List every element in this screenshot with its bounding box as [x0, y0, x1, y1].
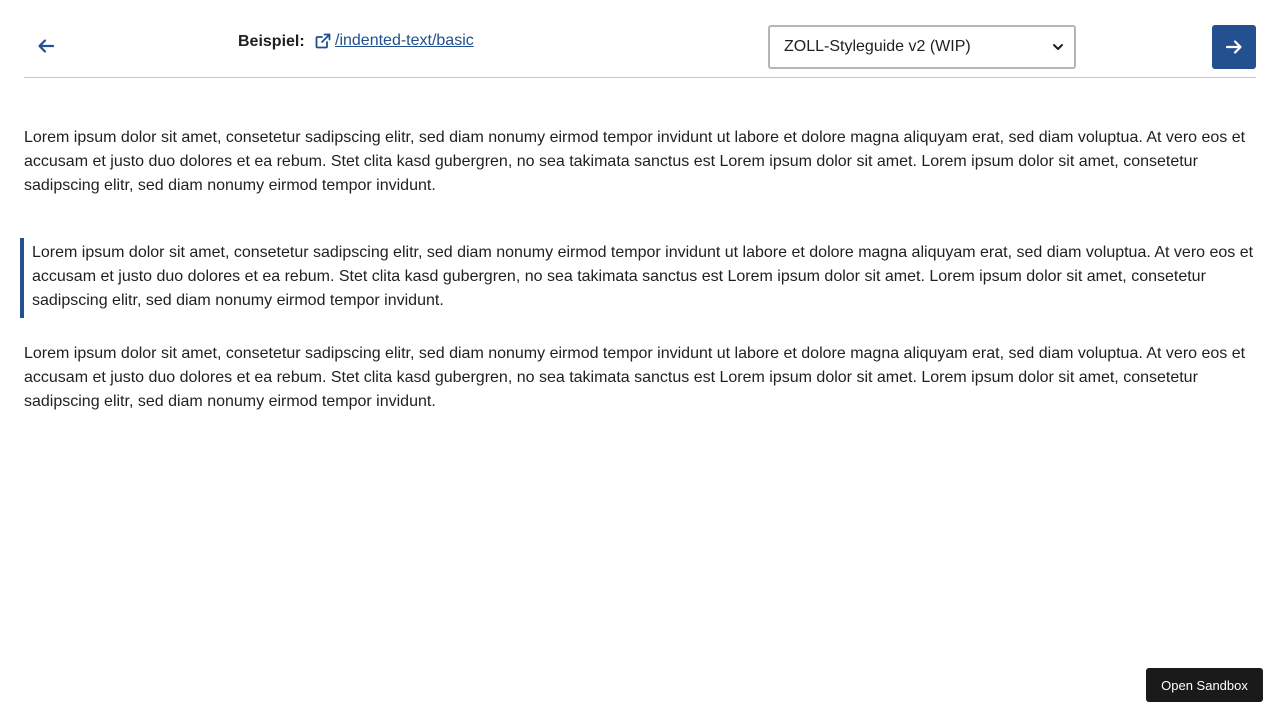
example-link[interactable]: /indented-text/basic	[315, 32, 474, 50]
example-label: Beispiel:	[238, 33, 305, 50]
header-bar: Beispiel: /indented-text/basic ZOLL-Styl…	[24, 0, 1256, 78]
theme-select[interactable]: ZOLL-Styleguide v2 (WIP)	[768, 25, 1076, 69]
external-link-icon	[315, 33, 331, 49]
example-link-text: /indented-text/basic	[335, 32, 474, 49]
arrow-right-icon	[1225, 40, 1242, 54]
next-button[interactable]	[1212, 25, 1256, 69]
back-button[interactable]	[24, 24, 68, 68]
indented-text-block: Lorem ipsum dolor sit amet, consetetur s…	[20, 238, 1256, 318]
indented-paragraph: Lorem ipsum dolor sit amet, consetetur s…	[32, 244, 1254, 309]
paragraph-1: Lorem ipsum dolor sit amet, consetetur s…	[24, 129, 1246, 194]
theme-select-value: ZOLL-Styleguide v2 (WIP)	[784, 38, 971, 55]
paragraph-3: Lorem ipsum dolor sit amet, consetetur s…	[24, 345, 1246, 410]
chevron-down-icon	[1053, 44, 1063, 50]
arrow-left-icon	[38, 39, 55, 53]
open-sandbox-button[interactable]: Open Sandbox	[1146, 668, 1263, 702]
